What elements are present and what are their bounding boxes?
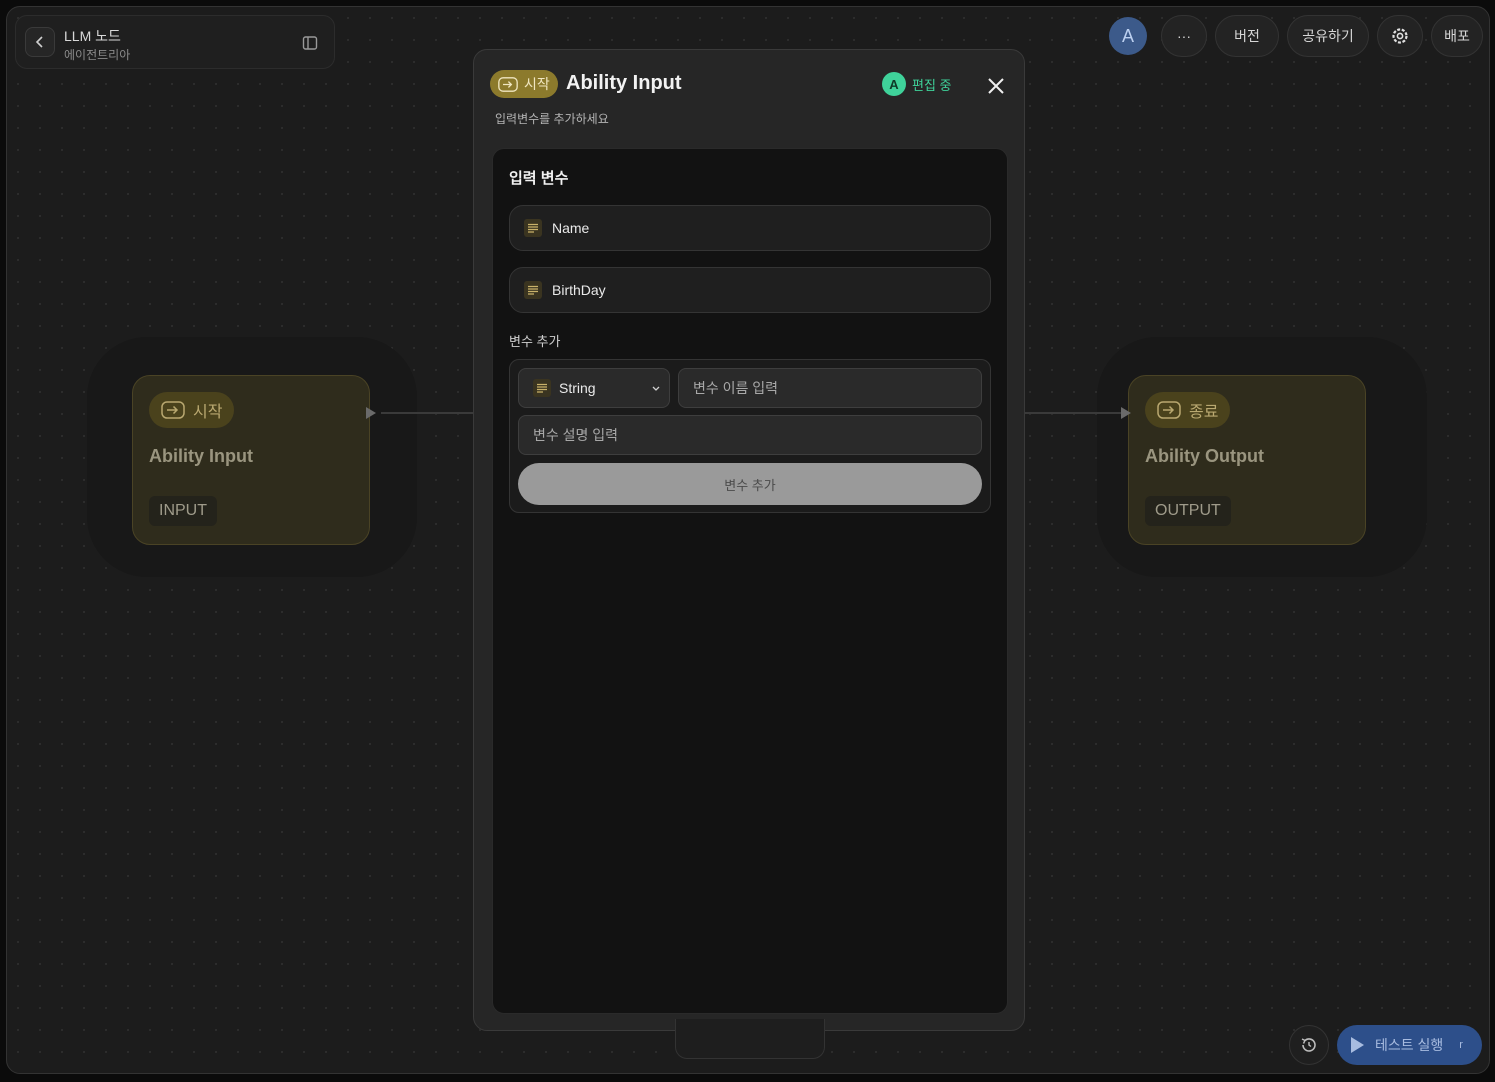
type-select-value: String [559,380,596,396]
variable-description-input[interactable] [518,415,982,455]
close-button[interactable] [984,74,1008,98]
workflow-title: LLM 노드 [64,28,121,44]
history-button[interactable] [1289,1025,1329,1065]
workflow-subtitle: 에이전트리아 [64,48,131,62]
text-type-icon [533,379,551,397]
editing-status: A 편집 중 [882,72,952,96]
text-type-icon [524,219,542,237]
enter-icon [1157,401,1181,419]
end-node-chip-label: 종료 [1189,404,1219,421]
add-variable-button[interactable]: 변수 추가 [518,463,982,505]
test-run-label: 테스트 실행 [1375,1037,1444,1053]
bottom-toolbar [675,1019,825,1059]
add-variable-form: String 변수 추가 [509,359,991,513]
modal-chip-label: 시작 [524,76,550,92]
gear-icon [1392,28,1408,44]
workflow-header: LLM 노드 에이전트리아 [15,15,335,69]
sidebar-icon [302,36,318,50]
start-node[interactable]: 시작 Ability Input INPUT [132,375,370,545]
add-variable-label: 변수 추가 [509,334,561,349]
history-icon [1301,1038,1316,1052]
variable-item[interactable]: BirthDay [509,267,991,313]
enter-icon [498,76,518,92]
variable-name: Name [552,220,590,236]
end-node-title: Ability Output [1145,446,1264,466]
modal-title: Ability Input [566,72,682,94]
end-node-chip: 종료 [1145,392,1231,428]
edge-start [381,412,473,414]
variable-item[interactable]: Name [509,205,991,251]
version-button[interactable]: 버전 [1215,15,1279,57]
deploy-button[interactable]: 배포 [1431,15,1483,57]
variable-name: BirthDay [552,282,606,298]
close-icon [988,78,1004,94]
enter-icon [161,401,185,419]
type-select[interactable]: String [518,368,670,408]
end-node-tag: OUTPUT [1145,496,1231,526]
end-node[interactable]: 종료 Ability Output OUTPUT [1128,375,1366,545]
more-button[interactable]: ··· [1161,15,1207,57]
share-button[interactable]: 공유하기 [1287,15,1369,57]
play-icon [1351,1037,1364,1053]
variable-name-input[interactable] [678,368,982,408]
start-node-chip: 시작 [149,392,235,428]
edge-end [1025,412,1121,414]
back-button[interactable] [25,27,55,57]
input-variables-panel: 입력 변수 Name BirthDay 변수 추가 String 변수 이름 입… [492,148,1008,1014]
run-shortcut: r [1459,1039,1463,1051]
editor-avatar: A [882,72,906,96]
test-run-button[interactable]: 테스트 실행 r [1337,1025,1482,1065]
start-node-chip-label: 시작 [193,404,223,421]
section-title: 입력 변수 [509,170,569,187]
chevron-down-icon [652,386,660,391]
chevron-left-icon [35,36,43,48]
canvas[interactable]: LLM 노드 에이전트리아 A ··· 버전 공유하기 배포 시작 Abilit… [6,6,1490,1074]
user-avatar[interactable]: A [1109,17,1147,55]
start-node-title: Ability Input [149,446,253,466]
node-editor-panel: 시작 Ability Input 입력변수를 추가하세요 A 편집 중 입력 변… [473,49,1025,1031]
modal-node-chip: 시작 [490,70,558,98]
modal-subtitle: 입력변수를 추가하세요 [495,112,609,126]
settings-button[interactable] [1377,15,1423,57]
editing-label: 편집 중 [912,77,952,93]
sidebar-toggle-button[interactable] [302,35,318,56]
start-node-tag: INPUT [149,496,217,526]
text-type-icon [524,281,542,299]
